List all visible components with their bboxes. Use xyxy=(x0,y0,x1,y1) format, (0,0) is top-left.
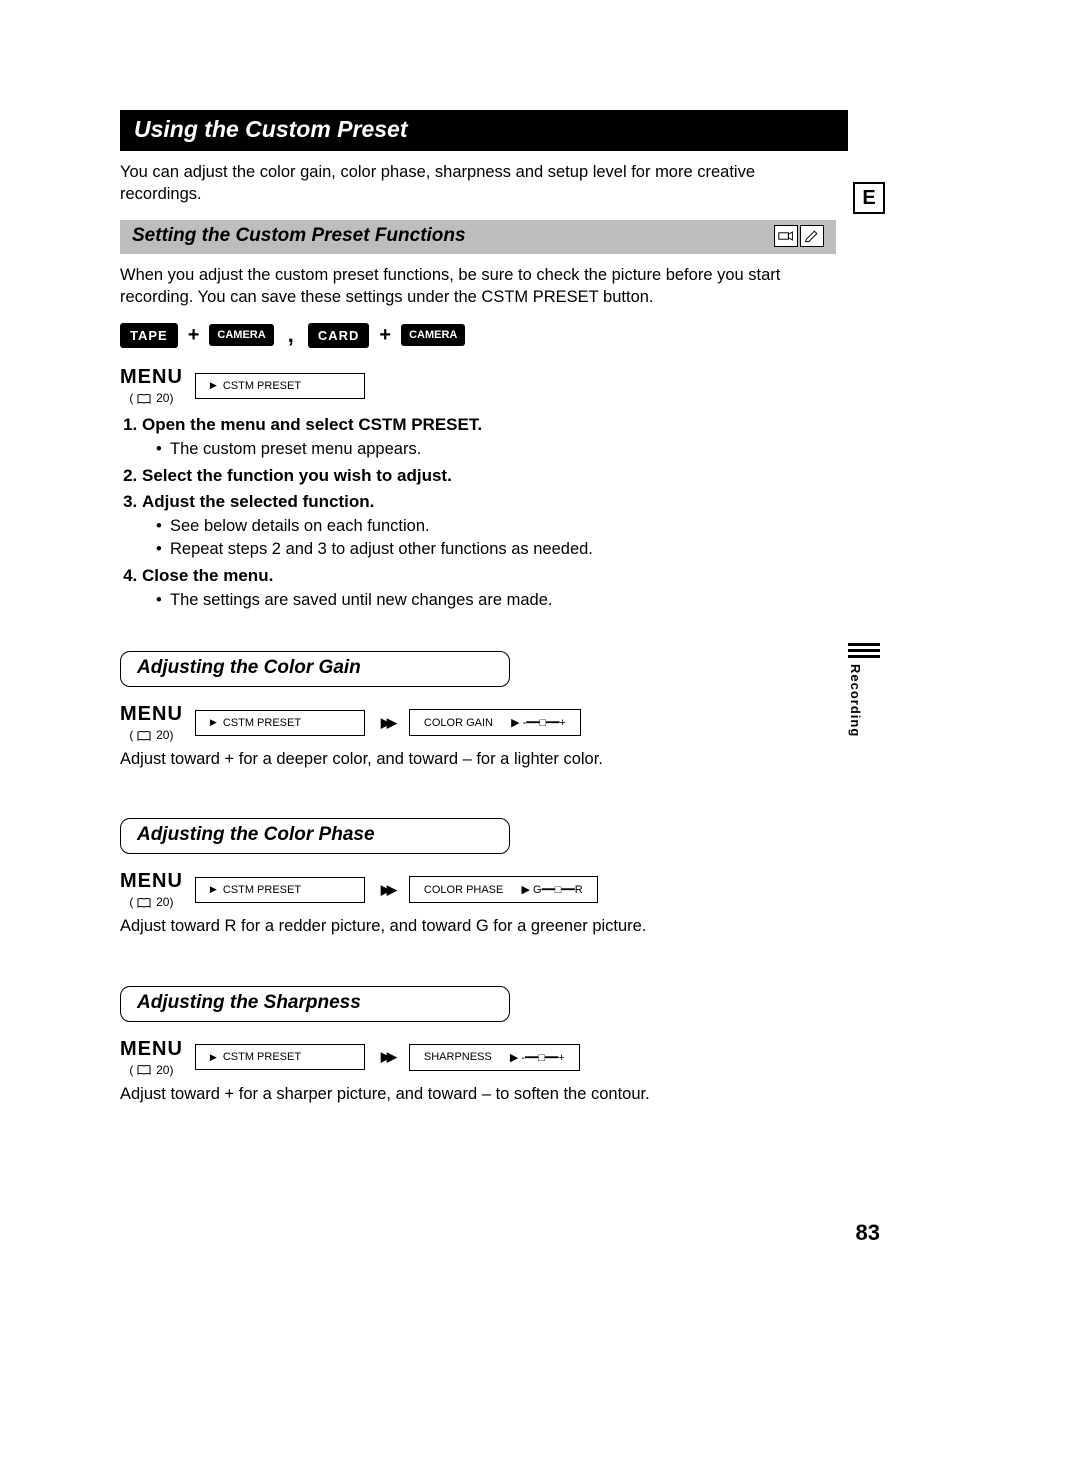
camera-chip-1: CAMERA xyxy=(209,324,273,346)
plus-icon-2: + xyxy=(379,324,391,347)
camera-chip-2: CAMERA xyxy=(401,324,465,346)
pencil-icon xyxy=(800,225,824,247)
heading-color-phase: Adjusting the Color Phase xyxy=(120,818,510,854)
section-heading-label: Setting the Custom Preset Functions xyxy=(132,225,466,247)
param-name: COLOR GAIN xyxy=(424,717,493,729)
step-3-note-a: See below details on each function. xyxy=(156,515,842,537)
heading-sharpness: Adjusting the Sharpness xyxy=(120,986,510,1022)
arrow-right-icon: ▶ xyxy=(210,1052,217,1063)
step-2: Select the function you wish to adjust. xyxy=(142,466,842,486)
step-3-note-b: Repeat steps 2 and 3 to adjust other fun… xyxy=(156,538,842,560)
page-title-bar: Using the Custom Preset xyxy=(120,110,848,151)
menu-path-primary: MENU ( 20) ▶ CSTM PRESET xyxy=(120,366,970,405)
section-tab-lines-icon xyxy=(848,643,880,658)
arrow-right-icon: ▶ xyxy=(210,884,217,895)
step-1-note: The custom preset menu appears. xyxy=(156,438,842,460)
menu-path-item: CSTM PRESET xyxy=(223,1051,301,1063)
step-1: Open the menu and select CSTM PRESET. Th… xyxy=(142,415,842,460)
section-tab-label: Recording xyxy=(848,664,863,737)
page-number: 83 xyxy=(856,1220,880,1246)
menu-path-box: ▶ CSTM PRESET xyxy=(195,1044,365,1070)
menu-word: MENU xyxy=(120,703,183,726)
menu-path-box: ▶ CSTM PRESET xyxy=(195,877,365,903)
param-name: COLOR PHASE xyxy=(424,884,503,896)
color-gain-desc: Adjust toward + for a deeper color, and … xyxy=(120,748,820,770)
slider-graphic: ▶ G━━□━━R xyxy=(521,883,582,896)
heading-color-gain: Adjusting the Color Gain xyxy=(120,651,510,687)
section1-body: When you adjust the custom preset functi… xyxy=(120,264,820,309)
menu-path-item: CSTM PRESET xyxy=(223,884,301,896)
card-chip: CARD xyxy=(308,323,370,348)
sharpness-desc: Adjust toward + for a sharper picture, a… xyxy=(120,1083,820,1105)
separator: , xyxy=(288,322,294,348)
step-3: Adjust the selected function. See below … xyxy=(142,492,842,560)
double-arrow-icon: ▶▶ xyxy=(381,882,393,898)
menu-path-item: CSTM PRESET xyxy=(223,380,301,392)
menu-path-box: ▶ CSTM PRESET xyxy=(195,373,365,399)
param-box-sharpness: SHARPNESS ▶ -━━□━━+ xyxy=(409,1044,580,1071)
double-arrow-icon: ▶▶ xyxy=(381,1049,393,1065)
menu-word: MENU xyxy=(120,366,183,389)
step-4-note: The settings are saved until new changes… xyxy=(156,589,842,611)
menu-page-ref: ( 20) xyxy=(120,728,183,742)
menu-page-ref: ( 20) xyxy=(120,1063,183,1077)
intro-text: You can adjust the color gain, color pha… xyxy=(120,161,840,206)
language-marker: E xyxy=(853,182,885,214)
double-arrow-icon: ▶▶ xyxy=(381,715,393,731)
arrow-right-icon: ▶ xyxy=(210,380,217,391)
menu-page-ref: ( 20) xyxy=(120,895,183,909)
slider-graphic: ▶ -━━□━━+ xyxy=(511,716,566,729)
menu-path-item: CSTM PRESET xyxy=(223,717,301,729)
menu-path-sharpness: MENU ( 20) ▶ CSTM PRESET ▶▶ SHARPNESS ▶ … xyxy=(120,1038,970,1077)
menu-page-ref: ( 20) xyxy=(120,391,183,405)
menu-word: MENU xyxy=(120,870,183,893)
param-box-color-phase: COLOR PHASE ▶ G━━□━━R xyxy=(409,876,598,903)
menu-path-color-phase: MENU ( 20) ▶ CSTM PRESET ▶▶ COLOR PHASE … xyxy=(120,870,970,909)
mode-indicators: TAPE + CAMERA , CARD + CAMERA xyxy=(120,322,970,348)
instruction-steps: Open the menu and select CSTM PRESET. Th… xyxy=(120,415,842,611)
arrow-right-icon: ▶ xyxy=(210,717,217,728)
camcorder-icon xyxy=(774,225,798,247)
plus-icon: + xyxy=(188,324,200,347)
param-box-color-gain: COLOR GAIN ▶ -━━□━━+ xyxy=(409,709,581,736)
color-phase-desc: Adjust toward R for a redder picture, an… xyxy=(120,915,820,937)
menu-word: MENU xyxy=(120,1038,183,1061)
step-4: Close the menu. The settings are saved u… xyxy=(142,566,842,611)
param-name: SHARPNESS xyxy=(424,1051,492,1063)
section-icons xyxy=(774,225,824,247)
tape-chip: TAPE xyxy=(120,323,178,348)
slider-graphic: ▶ -━━□━━+ xyxy=(510,1051,565,1064)
section-heading-setting: Setting the Custom Preset Functions xyxy=(120,220,836,254)
menu-path-box: ▶ CSTM PRESET xyxy=(195,710,365,736)
menu-path-color-gain: MENU ( 20) ▶ CSTM PRESET ▶▶ COLOR GAIN ▶… xyxy=(120,703,970,742)
section-tab: Recording xyxy=(848,640,880,737)
